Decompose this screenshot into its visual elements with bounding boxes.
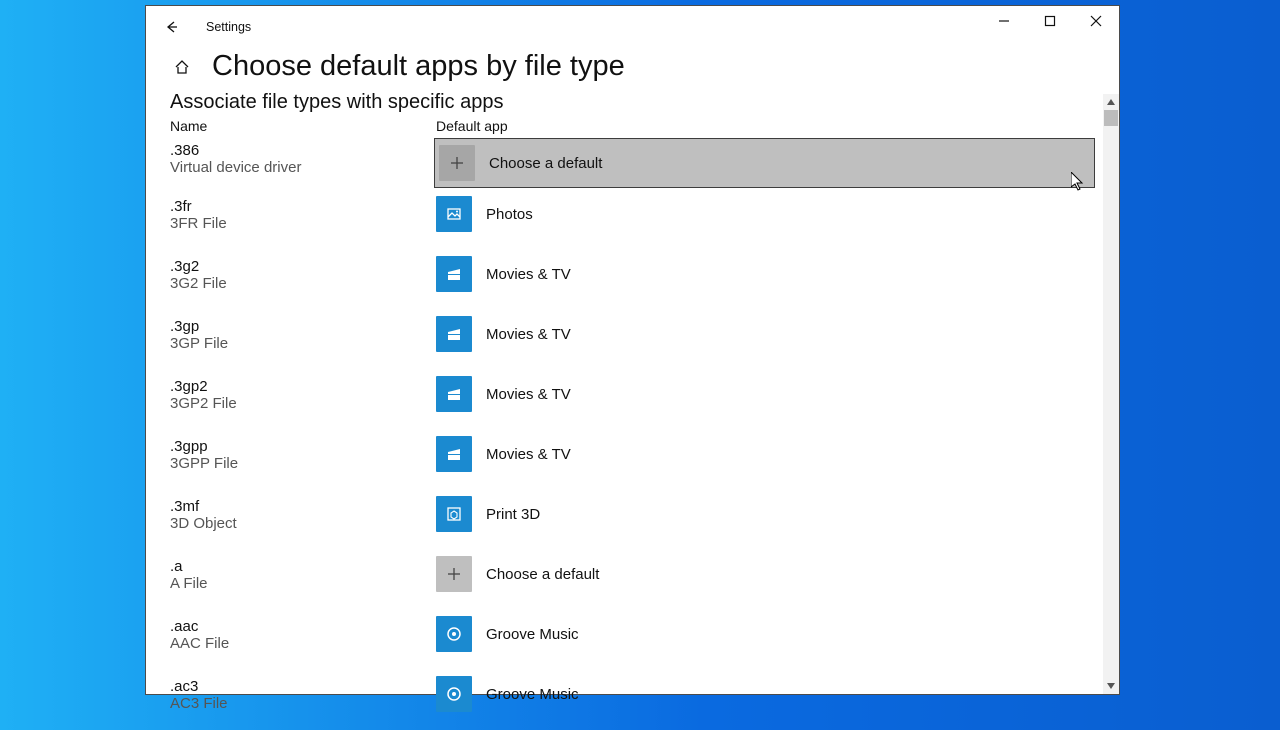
file-type-description: 3GP File [170,335,436,352]
default-app-label: Print 3D [486,506,540,523]
close-button[interactable] [1073,6,1119,36]
minimize-icon [996,13,1012,29]
scrollbar-thumb[interactable] [1104,110,1118,126]
default-app-button[interactable]: Movies & TV [436,310,1095,370]
file-type-description: 3D Object [170,515,436,532]
file-type-cell: .3gp23GP2 File [170,370,436,412]
file-type-description: 3GPP File [170,455,436,472]
window-title: Settings [206,20,251,34]
file-type-cell: .3g23G2 File [170,250,436,292]
groove-app-icon [436,676,472,712]
default-app-label: Groove Music [486,626,579,643]
page-subheader: Associate file types with specific apps [146,83,1119,114]
maximize-icon [1042,13,1058,29]
default-app-button[interactable]: Choose a default [436,550,1095,610]
file-type-cell: .386Virtual device driver [170,134,436,176]
file-type-description: 3FR File [170,215,436,232]
back-button[interactable] [152,7,192,47]
default-app-label: Choose a default [489,155,602,172]
file-type-row: .3mf3D Object Print 3D [170,490,1095,550]
default-app-label: Photos [486,206,533,223]
file-type-description: AAC File [170,635,436,652]
file-extension: .3gp [170,318,436,335]
groove-app-icon [436,616,472,652]
caption-buttons [981,6,1119,36]
column-header-name: Name [170,118,436,134]
file-type-list: .386Virtual device driver Choose a defaul… [146,134,1119,730]
file-type-description: 3GP2 File [170,395,436,412]
settings-window: Settings Choose default apps by file typ… [145,5,1120,695]
movies-app-icon [436,256,472,292]
file-type-row: .3g23G2 File Movies & TV [170,250,1095,310]
default-app-button[interactable]: Movies & TV [436,370,1095,430]
column-headers: Name Default app [146,118,1119,134]
file-extension: .386 [170,142,436,159]
column-header-app: Default app [436,118,1095,134]
file-type-cell: .3gpp3GPP File [170,430,436,472]
file-type-cell: .aacAAC File [170,610,436,652]
close-icon [1088,13,1104,29]
file-type-description: A File [170,575,436,592]
page-title: Choose default apps by file type [212,50,625,83]
file-extension: .ac3 [170,678,436,695]
default-app-label: Choose a default [486,566,599,583]
file-extension: .3mf [170,498,436,515]
movies-app-icon [436,436,472,472]
file-type-row: .386Virtual device driver Choose a defaul… [170,134,1095,190]
default-app-button[interactable]: Movies & TV [436,430,1095,490]
file-extension: .aac [170,618,436,635]
file-type-cell: .3gp3GP File [170,310,436,352]
file-type-row: .3gpp3GPP File Movies & TV [170,430,1095,490]
movies-app-icon [436,376,472,412]
default-app-label: Movies & TV [486,386,571,403]
file-extension: .3g2 [170,258,436,275]
minimize-button[interactable] [981,6,1027,36]
chevron-up-icon [1103,94,1119,110]
home-icon [174,59,190,75]
file-type-row: .3fr3FR File Photos [170,190,1095,250]
file-extension: .3gpp [170,438,436,455]
default-app-button[interactable]: Movies & TV [436,250,1095,310]
default-app-button[interactable]: Print 3D [436,490,1095,550]
maximize-button[interactable] [1027,6,1073,36]
print3d-app-icon [436,496,472,532]
scrollbar-up-button[interactable] [1103,94,1119,110]
file-extension: .3fr [170,198,436,215]
chevron-down-icon [1103,678,1119,694]
default-app-button[interactable]: Choose a default [434,138,1095,188]
file-type-cell: .3fr3FR File [170,190,436,232]
file-extension: .a [170,558,436,575]
file-type-cell: .3mf3D Object [170,490,436,532]
plus-icon [439,145,475,181]
page-header: Choose default apps by file type [146,48,1119,83]
home-button[interactable] [170,55,194,79]
default-app-label: Groove Music [486,686,579,703]
default-app-label: Movies & TV [486,266,571,283]
file-type-description: 3G2 File [170,275,436,292]
back-arrow-icon [164,19,180,35]
scrollbar[interactable] [1103,94,1119,694]
file-type-row: .3gp3GP File Movies & TV [170,310,1095,370]
file-type-cell: .ac3AC3 File [170,670,436,712]
default-app-button[interactable]: Photos [436,190,1095,250]
photos-app-icon [436,196,472,232]
file-type-cell: .aA File [170,550,436,592]
file-type-description: AC3 File [170,695,436,712]
file-extension: .3gp2 [170,378,436,395]
scrollbar-down-button[interactable] [1103,678,1119,694]
default-app-label: Movies & TV [486,326,571,343]
file-type-row: .aacAAC File Groove Music [170,610,1095,670]
plus-icon [436,556,472,592]
default-app-label: Movies & TV [486,446,571,463]
titlebar: Settings [146,6,1119,48]
default-app-button[interactable]: Groove Music [436,670,1095,730]
movies-app-icon [436,316,472,352]
file-type-row: .aA File Choose a default [170,550,1095,610]
file-type-description: Virtual device driver [170,159,436,176]
default-app-button[interactable]: Groove Music [436,610,1095,670]
file-type-row: .ac3AC3 File Groove Music [170,670,1095,730]
file-type-row: .3gp23GP2 File Movies & TV [170,370,1095,430]
